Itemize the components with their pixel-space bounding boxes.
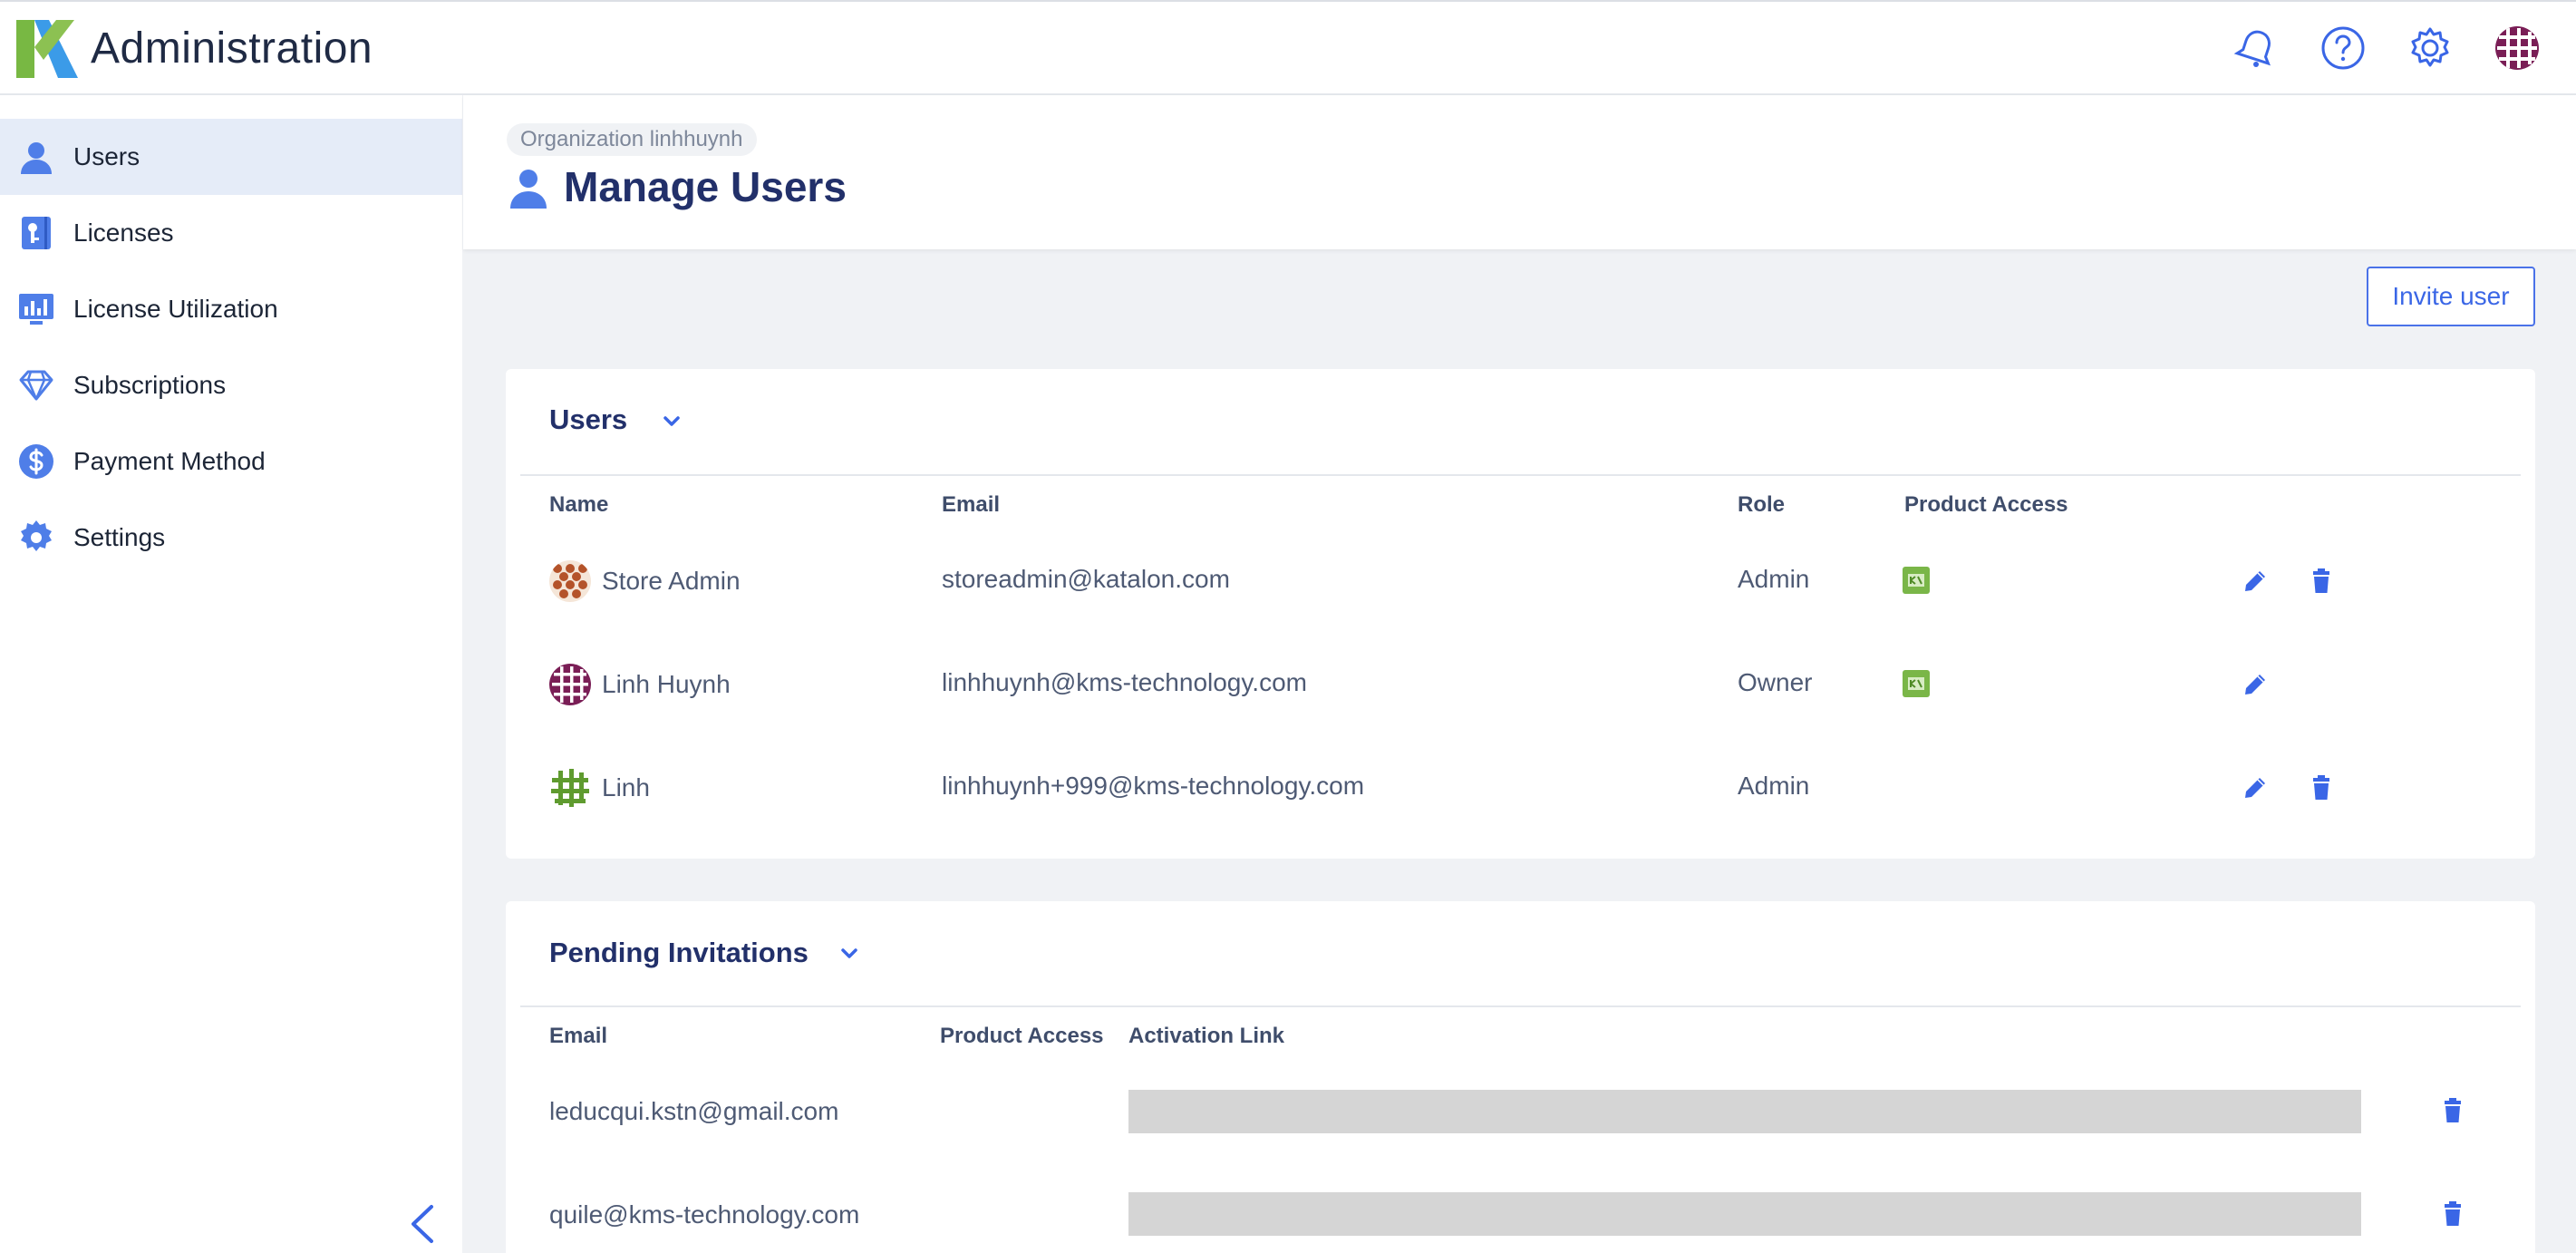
user-name: Linh xyxy=(602,773,650,801)
delete-icon[interactable] xyxy=(2306,566,2337,597)
sidebar-item-users[interactable]: Users xyxy=(0,119,462,195)
delete-icon[interactable] xyxy=(2437,1095,2468,1126)
help-icon[interactable] xyxy=(2318,23,2368,73)
collapse-sidebar-icon[interactable] xyxy=(404,1201,441,1247)
sidebar-item-label: Settings xyxy=(73,523,166,551)
page-header: Organization linhhuynh Manage Users xyxy=(463,95,2576,249)
delete-icon[interactable] xyxy=(2306,772,2337,803)
user-email: linhhuynh+999@kms-technology.com xyxy=(942,772,1365,800)
bell-icon[interactable] xyxy=(2231,23,2281,73)
app-title: Administration xyxy=(91,24,373,73)
column-header-email: Email xyxy=(549,1024,608,1048)
avatar xyxy=(549,767,591,809)
edit-icon[interactable] xyxy=(2240,566,2271,597)
sidebar-item-license-utilization[interactable]: License Utilization xyxy=(0,271,462,347)
users-card: Users Name Email Role Product Access Sto… xyxy=(506,369,2535,859)
sidebar-item-label: License Utilization xyxy=(73,295,278,323)
user-icon xyxy=(16,137,56,177)
column-header-product-access: Product Access xyxy=(1904,492,2068,517)
divider xyxy=(520,474,2521,476)
user-name: Linh Huynh xyxy=(602,670,731,698)
katalon-studio-icon xyxy=(1903,567,1930,594)
edit-icon[interactable] xyxy=(2240,772,2271,803)
chevron-down-icon[interactable] xyxy=(839,947,859,961)
delete-icon[interactable] xyxy=(2437,1199,2468,1229)
diamond-icon xyxy=(16,365,56,405)
sidebar-item-label: Licenses xyxy=(73,219,174,247)
top-bar: Administration xyxy=(0,0,2576,95)
user-icon xyxy=(508,165,549,210)
user-email: storeadmin@katalon.com xyxy=(942,565,1230,593)
column-header-activation-link: Activation Link xyxy=(1128,1024,1285,1048)
user-role: Admin xyxy=(1738,772,1810,800)
gear-icon[interactable] xyxy=(2405,23,2455,73)
pending-card-title: Pending Invitations xyxy=(549,937,809,968)
avatar[interactable] xyxy=(2492,23,2542,73)
user-role: Admin xyxy=(1738,565,1810,593)
sidebar-item-label: Payment Method xyxy=(73,447,266,475)
license-icon xyxy=(16,213,56,253)
column-header-product-access: Product Access xyxy=(940,1024,1104,1048)
invite-user-button[interactable]: Invite user xyxy=(2367,267,2535,326)
column-header-email: Email xyxy=(942,492,1001,517)
user-name: Store Admin xyxy=(602,567,741,595)
divider xyxy=(520,1005,2521,1007)
page-title: Manage Users xyxy=(564,163,847,210)
user-email: linhhuynh@kms-technology.com xyxy=(942,668,1307,696)
column-header-role: Role xyxy=(1738,492,1786,517)
sidebar-item-subscriptions[interactable]: Subscriptions xyxy=(0,347,462,423)
chart-icon xyxy=(16,289,56,329)
invite-email: quile@kms-technology.com xyxy=(549,1200,860,1229)
edit-icon[interactable] xyxy=(2240,669,2271,700)
katalon-logo xyxy=(16,20,78,78)
sidebar-item-label: Subscriptions xyxy=(73,371,227,399)
avatar xyxy=(549,664,591,705)
sidebar-item-label: Users xyxy=(73,142,140,170)
activation-link[interactable] xyxy=(1128,1090,2361,1133)
organization-badge: Organization linhhuynh xyxy=(507,123,757,156)
katalon-studio-icon xyxy=(1903,670,1930,697)
activation-link[interactable] xyxy=(1128,1192,2361,1236)
users-card-title: Users xyxy=(549,403,628,435)
invite-email: leducqui.kstn@gmail.com xyxy=(549,1097,839,1125)
gear-icon xyxy=(16,518,56,558)
user-role: Owner xyxy=(1738,668,1813,696)
avatar xyxy=(549,560,591,602)
column-header-name: Name xyxy=(549,492,609,517)
sidebar-item-payment-method[interactable]: Payment Method xyxy=(0,423,462,500)
sidebar-item-licenses[interactable]: Licenses xyxy=(0,195,462,271)
sidebar-item-settings[interactable]: Settings xyxy=(0,500,462,576)
sidebar: Users Licenses License Utilization Subsc… xyxy=(0,95,462,1253)
dollar-icon xyxy=(16,442,56,481)
chevron-down-icon[interactable] xyxy=(662,414,682,429)
pending-invitations-card: Pending Invitations Email Product Access… xyxy=(506,901,2535,1253)
